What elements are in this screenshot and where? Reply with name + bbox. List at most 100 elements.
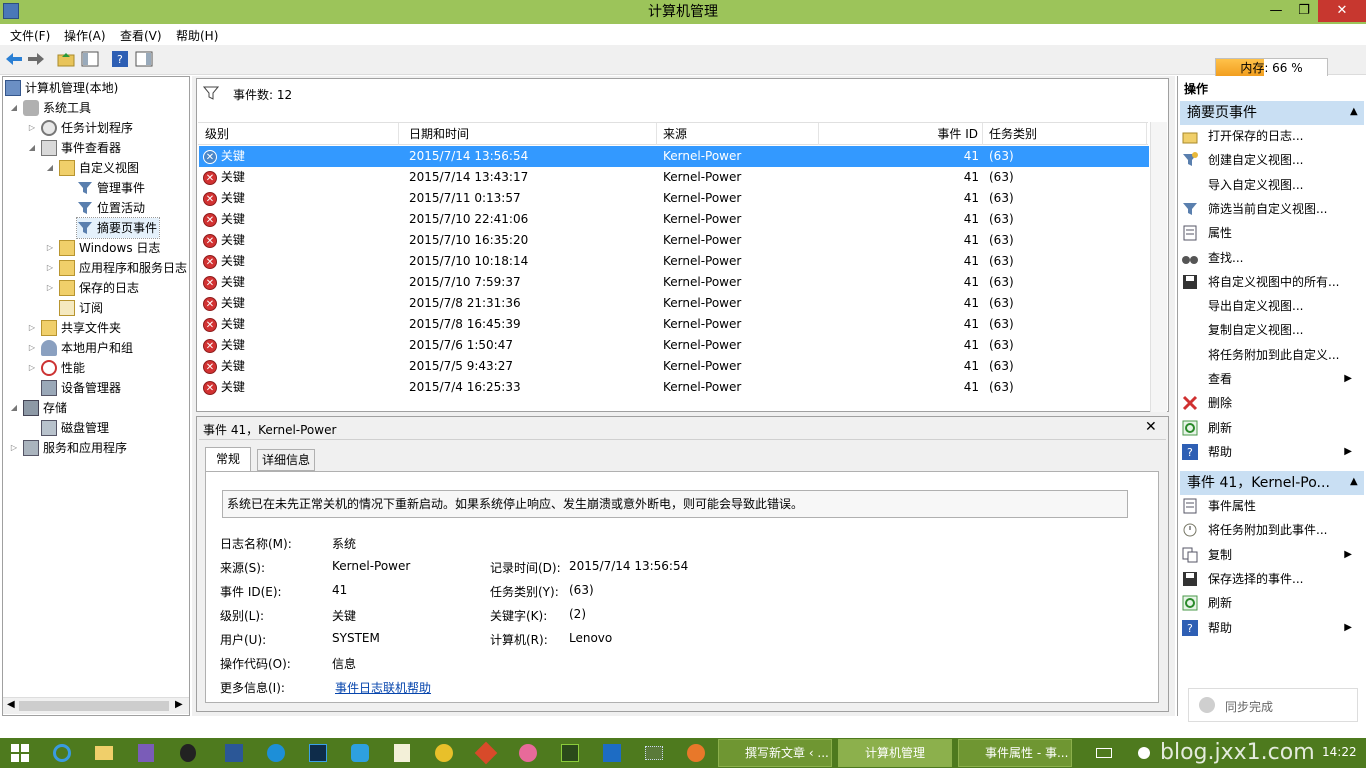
tree-item-summary-events[interactable]: 摘要页事件: [75, 217, 161, 239]
action-item[interactable]: ? 帮助 ▶: [1182, 616, 1358, 640]
qq-icon[interactable]: [176, 741, 200, 765]
tree-item-subscriptions[interactable]: 订阅: [59, 298, 103, 318]
up-folder-icon[interactable]: [56, 49, 76, 69]
expand-arrow-icon[interactable]: ▷: [9, 438, 19, 458]
help-icon[interactable]: ?: [110, 49, 130, 69]
more-info-link[interactable]: 事件日志联机帮助: [335, 679, 431, 696]
action-item[interactable]: 刷新: [1182, 416, 1358, 440]
taskbar-window-chrome[interactable]: 撰写新文章 ‹ ...: [718, 739, 832, 767]
tree-item-app-service-logs[interactable]: ▷ 应用程序和服务日志: [45, 258, 187, 278]
action-item[interactable]: ? 帮助 ▶: [1182, 440, 1358, 464]
scroll-right-icon[interactable]: ▶: [175, 699, 183, 710]
close-button[interactable]: ✕: [1318, 0, 1366, 22]
expand-arrow-icon[interactable]: ▷: [45, 258, 55, 278]
minimize-button[interactable]: —: [1262, 0, 1290, 22]
table-row[interactable]: ✕ 关键 2015/7/8 16:45:39 Kernel-Power 41 (63): [199, 314, 1149, 335]
tree-horizontal-scrollbar[interactable]: ◀ ▶: [3, 697, 189, 714]
tree-item-windows-logs[interactable]: ▷ Windows 日志: [45, 238, 160, 258]
column-datetime[interactable]: 日期和时间: [403, 123, 657, 145]
tree-item-performance[interactable]: ▷ 性能: [27, 358, 85, 378]
table-row[interactable]: ✕ 关键 2015/7/6 1:50:47 Kernel-Power 41 (63): [199, 335, 1149, 356]
table-row[interactable]: ✕ 关键 2015/7/10 10:18:14 Kernel-Power 41 (63): [199, 251, 1149, 272]
show-hide-tree-icon[interactable]: [80, 49, 100, 69]
table-row[interactable]: ✕ 关键 2015/7/14 13:56:54 Kernel-Power 41 (63): [199, 146, 1149, 167]
chat-app-icon[interactable]: [348, 741, 372, 765]
event-list-scrollbar[interactable]: [1150, 122, 1167, 412]
table-row[interactable]: ✕ 关键 2015/7/4 16:25:33 Kernel-Power 41 (63): [199, 377, 1149, 398]
scroll-left-icon[interactable]: ◀: [7, 699, 15, 710]
photoshop-icon[interactable]: [306, 741, 330, 765]
menu-view[interactable]: 查看(V): [120, 27, 162, 44]
action-item[interactable]: 将自定义视图中的所有...: [1182, 270, 1358, 294]
grid-app-icon[interactable]: [642, 741, 666, 765]
expand-arrow-icon[interactable]: ▷: [27, 358, 37, 378]
expand-arrow-icon[interactable]: ▷: [27, 118, 37, 138]
action-item[interactable]: 查找...: [1182, 246, 1358, 270]
tab-general[interactable]: 常规: [205, 447, 251, 471]
word-icon[interactable]: [222, 741, 246, 765]
table-row[interactable]: ✕ 关键 2015/7/5 9:43:27 Kernel-Power 41 (63): [199, 356, 1149, 377]
tree-item-services-apps[interactable]: ▷ 服务和应用程序: [9, 438, 127, 458]
action-item[interactable]: 将任务附加到此自定义...: [1182, 343, 1358, 367]
tree-item-location-activity[interactable]: 位置活动: [77, 198, 145, 218]
action-item[interactable]: 删除: [1182, 391, 1358, 415]
kugou-icon[interactable]: [264, 741, 288, 765]
collapse-arrow-icon[interactable]: ◢: [9, 398, 19, 418]
action-item[interactable]: 复制 ▶: [1182, 543, 1358, 567]
action-item[interactable]: 创建自定义视图...: [1182, 148, 1358, 172]
action-item[interactable]: 保存选择的事件...: [1182, 567, 1358, 591]
action-item[interactable]: 复制自定义视图...: [1182, 318, 1358, 342]
table-row[interactable]: ✕ 关键 2015/7/11 0:13:57 Kernel-Power 41 (63): [199, 188, 1149, 209]
app-pink-icon[interactable]: [516, 741, 540, 765]
column-level[interactable]: 级别: [199, 123, 399, 145]
forward-icon[interactable]: [26, 49, 46, 69]
tree-item-task-scheduler[interactable]: ▷ 任务计划程序: [27, 118, 133, 138]
expand-arrow-icon[interactable]: ▷: [45, 238, 55, 258]
tree-item-local-users[interactable]: ▷ 本地用户和组: [27, 338, 133, 358]
calculator-icon[interactable]: [134, 741, 158, 765]
table-row[interactable]: ✕ 关键 2015/7/14 13:43:17 Kernel-Power 41 (63): [199, 167, 1149, 188]
ie-icon[interactable]: [50, 741, 74, 765]
collapse-section-icon[interactable]: ▲: [1350, 106, 1358, 117]
table-row[interactable]: ✕ 关键 2015/7/8 21:31:36 Kernel-Power 41 (63): [199, 293, 1149, 314]
action-item[interactable]: 导入自定义视图...: [1182, 173, 1358, 197]
firefox-icon[interactable]: [684, 741, 708, 765]
table-row[interactable]: ✕ 关键 2015/7/10 7:59:37 Kernel-Power 41 (63): [199, 272, 1149, 293]
collapse-arrow-icon[interactable]: ◢: [9, 98, 19, 118]
actions-section-event[interactable]: 事件 41，Kernel-Po...: [1180, 471, 1364, 495]
tree-item-shared-folders[interactable]: ▷ 共享文件夹: [27, 318, 121, 338]
action-item[interactable]: 打开保存的日志...: [1182, 124, 1358, 148]
notepad-icon[interactable]: [390, 741, 414, 765]
tree-item-root[interactable]: 计算机管理(本地): [5, 78, 118, 98]
actions-section-summary[interactable]: 摘要页事件: [1180, 101, 1364, 125]
brightness-icon[interactable]: [1132, 741, 1156, 765]
clock[interactable]: 14:22: [1322, 745, 1357, 759]
expand-arrow-icon[interactable]: ▷: [27, 338, 37, 358]
column-source[interactable]: 来源: [657, 123, 819, 145]
menu-action[interactable]: 操作(A): [64, 27, 106, 44]
keyboard-icon[interactable]: [1092, 741, 1116, 765]
taskbar-window-event-properties[interactable]: 事件属性 - 事...: [958, 739, 1072, 767]
collapse-arrow-icon[interactable]: ◢: [45, 158, 55, 178]
column-task-category[interactable]: 任务类别: [983, 123, 1147, 145]
scroll-thumb[interactable]: [19, 701, 169, 711]
expand-arrow-icon[interactable]: ▷: [27, 318, 37, 338]
action-item[interactable]: 事件属性: [1182, 494, 1358, 518]
start-button-icon[interactable]: [8, 741, 32, 765]
table-row[interactable]: ✕ 关键 2015/7/10 22:41:06 Kernel-Power 41 (63): [199, 209, 1149, 230]
menu-file[interactable]: 文件(F): [10, 27, 50, 44]
tree-item-saved-logs[interactable]: ▷ 保存的日志: [45, 278, 139, 298]
tree-item-admin-events[interactable]: 管理事件: [77, 178, 145, 198]
collapse-arrow-icon[interactable]: ◢: [27, 138, 37, 158]
table-row[interactable]: ✕ 关键 2015/7/10 16:35:20 Kernel-Power 41 (63): [199, 230, 1149, 251]
tree-item-system-tools[interactable]: ◢ 系统工具: [9, 98, 91, 118]
action-item[interactable]: 查看 ▶: [1182, 367, 1358, 391]
action-item[interactable]: 筛选当前自定义视图...: [1182, 197, 1358, 221]
tab-details[interactable]: 详细信息: [257, 449, 315, 471]
show-action-pane-icon[interactable]: [134, 49, 154, 69]
close-detail-icon[interactable]: ✕: [1145, 419, 1157, 435]
column-event-id[interactable]: 事件 ID: [819, 123, 983, 145]
ftp-icon[interactable]: [432, 741, 456, 765]
tree-item-storage[interactable]: ◢ 存储: [9, 398, 67, 418]
expand-arrow-icon[interactable]: ▷: [45, 278, 55, 298]
